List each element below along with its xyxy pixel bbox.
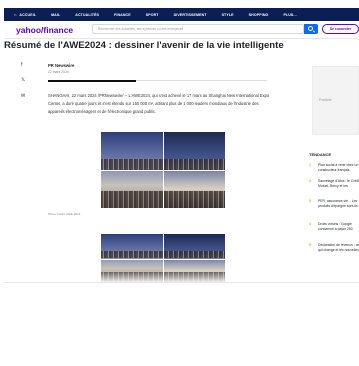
nav-item-shopping[interactable]: SHOPPING (249, 13, 269, 17)
nav-item-sport[interactable]: SPORT (146, 13, 159, 17)
ad-label: Publicité (319, 98, 332, 102)
nav-item-style[interactable]: STYLE (222, 13, 234, 17)
trending-text: Droits voisins : Google condamné à payer… (318, 222, 353, 231)
article-body: SHANGHAI, 22 mars 2024 /PRNewswire/ -- L… (48, 93, 270, 114)
article-title: Résumé de l'AWE2024 : dessiner l'avenir … (4, 40, 284, 51)
trending-number: 1 (309, 163, 311, 167)
signin-button[interactable]: Se connecter (322, 24, 359, 34)
search-button[interactable] (304, 24, 318, 34)
top-navigation-bar: ⌂ ACCUEIL MAIL ACTUALITÉS FINANCE SPORT … (4, 8, 359, 21)
author-divider (48, 80, 136, 82)
facebook-icon[interactable]: f (21, 62, 22, 68)
divider-line (136, 80, 267, 81)
browser-page: ⌂ ACCUEIL MAIL ACTUALITÉS FINANCE SPORT … (0, 0, 359, 283)
nav-item-actualites[interactable]: ACTUALITÉS (75, 13, 99, 17)
trending-number: 5 (309, 243, 311, 247)
search-icon (308, 26, 313, 31)
nav-item-accueil[interactable]: ACCUEIL (19, 13, 36, 17)
home-icon[interactable]: ⌂ (14, 12, 16, 17)
trending-number: 3 (309, 199, 311, 203)
email-icon[interactable]: ✉ (21, 93, 25, 99)
trending-text: Déclaration de revenus : ce qui change e… (318, 243, 359, 252)
trending-number: 2 (309, 179, 311, 183)
nav-item-finance[interactable]: FINANCE (114, 13, 131, 17)
search-input[interactable]: Rechercher des actualités, des symboles … (92, 24, 304, 34)
trending-text: Plan social à venir chez un constructeur… (318, 163, 359, 172)
photo-caption: Photo Credit: AWE 2024 (48, 212, 81, 216)
trending-text: PER, assurance-vie... Les produits d'épa… (318, 199, 358, 208)
site-header: yahoo/finance Rechercher des actualités,… (4, 21, 359, 39)
trending-text: Sauvetage d'Atos : le Crédit Mutuel, Ber… (318, 179, 359, 188)
nav-item-plus[interactable]: PLUS... (283, 13, 296, 17)
article-photo-collage[interactable] (101, 132, 225, 208)
advertisement[interactable]: Publicité (312, 66, 359, 135)
article-author[interactable]: PR Newswire (48, 63, 74, 68)
trending-number: 4 (309, 222, 311, 226)
nav-item-divertissement[interactable]: DIVERTISSEMENT (174, 13, 207, 17)
trending-title: TENDANCE (309, 152, 332, 157)
yahoo-finance-logo[interactable]: yahoo/finance (16, 25, 73, 35)
nav-item-mail[interactable]: MAIL (51, 13, 60, 17)
logo-product: finance (43, 25, 74, 35)
article-date: 22 mars 2024 (48, 70, 69, 74)
x-twitter-icon[interactable]: 𝕏 (21, 77, 25, 83)
logo-brand: yahoo (16, 25, 42, 35)
page-edge (4, 282, 359, 283)
